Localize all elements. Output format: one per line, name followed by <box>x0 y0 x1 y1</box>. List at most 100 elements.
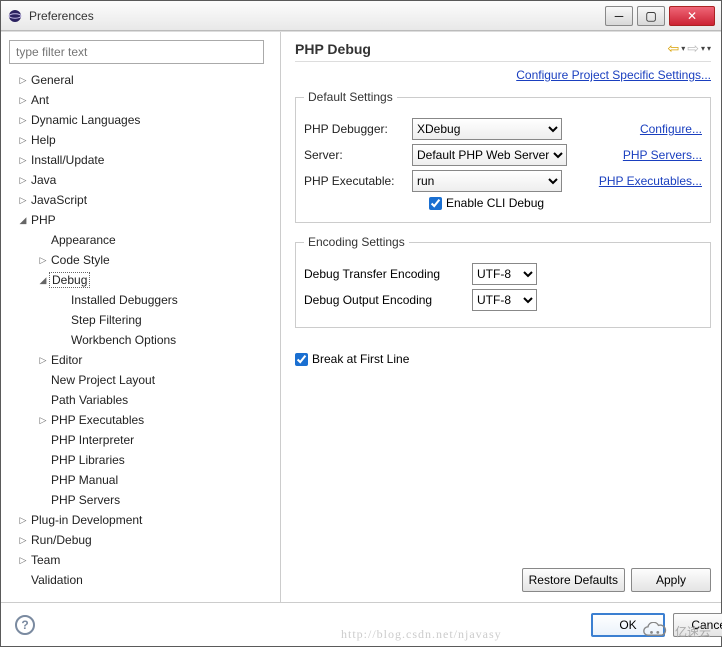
tree-item-label: Dynamic Languages <box>29 113 142 127</box>
help-icon[interactable]: ? <box>15 615 35 635</box>
expand-icon[interactable]: ▷ <box>17 175 29 186</box>
tree-item[interactable]: ▷Install/Update <box>9 150 274 170</box>
tree-item-label: Ant <box>29 93 51 107</box>
forward-menu-icon[interactable]: ▾ <box>701 44 705 53</box>
break-first-row: Break at First Line <box>295 352 711 366</box>
titlebar[interactable]: Preferences ─ ▢ ✕ <box>1 1 721 31</box>
minimize-button[interactable]: ─ <box>605 6 633 26</box>
tree-item[interactable]: ▷Ant <box>9 90 274 110</box>
executable-select[interactable]: run <box>412 170 562 192</box>
tree-item[interactable]: ▷Run/Debug <box>9 530 274 550</box>
apply-button[interactable]: Apply <box>631 568 711 592</box>
tree-item[interactable]: Workbench Options <box>9 330 274 350</box>
watermark-url: http://blog.csdn.net/njavasy <box>341 627 502 642</box>
output-encoding-select[interactable]: UTF-8 <box>472 289 537 311</box>
tree-item-label: Run/Debug <box>29 533 94 547</box>
executable-label: PHP Executable: <box>304 174 404 188</box>
tree-item[interactable]: ◢PHP <box>9 210 274 230</box>
page-title: PHP Debug <box>295 41 371 57</box>
expand-icon[interactable]: ▷ <box>17 555 29 566</box>
project-settings-row: Configure Project Specific Settings... <box>295 68 711 82</box>
back-menu-icon[interactable]: ▾ <box>681 44 685 53</box>
tree-item[interactable]: ▷PHP Executables <box>9 410 274 430</box>
tree-item[interactable]: ▷Plug-in Development <box>9 510 274 530</box>
main-header: PHP Debug ⇦▾ ⇨▾ ▾ <box>295 40 711 62</box>
tree-item-label: Plug-in Development <box>29 513 144 527</box>
main-button-row: Restore Defaults Apply <box>295 556 711 592</box>
tree-item-label: Validation <box>29 573 85 587</box>
nav-icons: ⇦▾ ⇨▾ ▾ <box>667 40 711 57</box>
php-executables-link[interactable]: PHP Executables... <box>599 174 702 188</box>
expand-icon[interactable]: ▷ <box>17 95 29 106</box>
transfer-encoding-select[interactable]: UTF-8 <box>472 263 537 285</box>
php-servers-link[interactable]: PHP Servers... <box>623 148 702 162</box>
tree-item[interactable]: Step Filtering <box>9 310 274 330</box>
back-icon[interactable]: ⇦ <box>667 40 679 57</box>
maximize-button[interactable]: ▢ <box>637 6 665 26</box>
tree-item-label: JavaScript <box>29 193 89 207</box>
app-icon <box>7 8 23 24</box>
sidebar: ▷General▷Ant▷Dynamic Languages▷Help▷Inst… <box>1 32 281 602</box>
main-panel: PHP Debug ⇦▾ ⇨▾ ▾ Configure Project Spec… <box>281 32 721 602</box>
tree-item[interactable]: PHP Interpreter <box>9 430 274 450</box>
tree-item[interactable]: ◢Debug <box>9 270 274 290</box>
window-buttons: ─ ▢ ✕ <box>605 6 715 26</box>
tree-item[interactable]: ▷Code Style <box>9 250 274 270</box>
tree-item[interactable]: ▷Help <box>9 130 274 150</box>
tree-item[interactable]: Path Variables <box>9 390 274 410</box>
expand-icon[interactable]: ◢ <box>37 275 49 286</box>
preferences-window: Preferences ─ ▢ ✕ ▷General▷Ant▷Dynamic L… <box>0 0 722 647</box>
filter-input[interactable] <box>9 40 264 64</box>
configure-debugger-link[interactable]: Configure... <box>640 122 702 136</box>
tree-item[interactable]: ▷General <box>9 70 274 90</box>
tree-item[interactable]: Installed Debuggers <box>9 290 274 310</box>
expand-icon[interactable]: ▷ <box>17 195 29 206</box>
forward-icon[interactable]: ⇨ <box>687 40 699 57</box>
tree-item-label: Help <box>29 133 58 147</box>
expand-icon[interactable]: ▷ <box>17 135 29 146</box>
tree-item-label: PHP Manual <box>49 473 120 487</box>
tree-item-label: Step Filtering <box>69 313 144 327</box>
default-settings-legend: Default Settings <box>304 90 397 104</box>
tree-item-label: PHP Servers <box>49 493 122 507</box>
view-menu-icon[interactable]: ▾ <box>707 44 711 53</box>
tree-item-label: Debug <box>49 272 90 288</box>
tree-item[interactable]: ▷Team <box>9 550 274 570</box>
expand-icon[interactable]: ▷ <box>17 535 29 546</box>
tree-item[interactable]: Validation <box>9 570 274 590</box>
expand-icon[interactable]: ◢ <box>17 215 29 226</box>
tree-item-label: Appearance <box>49 233 118 247</box>
configure-project-link[interactable]: Configure Project Specific Settings... <box>516 68 711 82</box>
tree-item[interactable]: ▷Dynamic Languages <box>9 110 274 130</box>
transfer-encoding-label: Debug Transfer Encoding <box>304 267 464 281</box>
tree-item-label: Installed Debuggers <box>69 293 180 307</box>
expand-icon[interactable]: ▷ <box>17 155 29 166</box>
expand-icon[interactable]: ▷ <box>17 75 29 86</box>
preferences-tree[interactable]: ▷General▷Ant▷Dynamic Languages▷Help▷Inst… <box>9 70 276 598</box>
tree-item-label: Editor <box>49 353 84 367</box>
tree-item[interactable]: New Project Layout <box>9 370 274 390</box>
close-button[interactable]: ✕ <box>669 6 715 26</box>
tree-item[interactable]: ▷JavaScript <box>9 190 274 210</box>
expand-icon[interactable]: ▷ <box>37 355 49 366</box>
tree-item[interactable]: PHP Servers <box>9 490 274 510</box>
expand-icon[interactable]: ▷ <box>37 415 49 426</box>
tree-item-label: General <box>29 73 76 87</box>
enable-cli-checkbox[interactable] <box>429 197 442 210</box>
restore-defaults-button[interactable]: Restore Defaults <box>522 568 625 592</box>
tree-item[interactable]: ▷Java <box>9 170 274 190</box>
tree-item[interactable]: Appearance <box>9 230 274 250</box>
tree-item[interactable]: ▷Editor <box>9 350 274 370</box>
break-first-checkbox[interactable] <box>295 353 308 366</box>
server-select[interactable]: Default PHP Web Server <box>412 144 567 166</box>
debugger-label: PHP Debugger: <box>304 122 404 136</box>
cloud-icon <box>641 622 669 640</box>
tree-item-label: Path Variables <box>49 393 130 407</box>
expand-icon[interactable]: ▷ <box>37 255 49 266</box>
debugger-select[interactable]: XDebug <box>412 118 562 140</box>
expand-icon[interactable]: ▷ <box>17 115 29 126</box>
expand-icon[interactable]: ▷ <box>17 515 29 526</box>
dialog-body: ▷General▷Ant▷Dynamic Languages▷Help▷Inst… <box>1 31 721 602</box>
tree-item[interactable]: PHP Libraries <box>9 450 274 470</box>
tree-item[interactable]: PHP Manual <box>9 470 274 490</box>
